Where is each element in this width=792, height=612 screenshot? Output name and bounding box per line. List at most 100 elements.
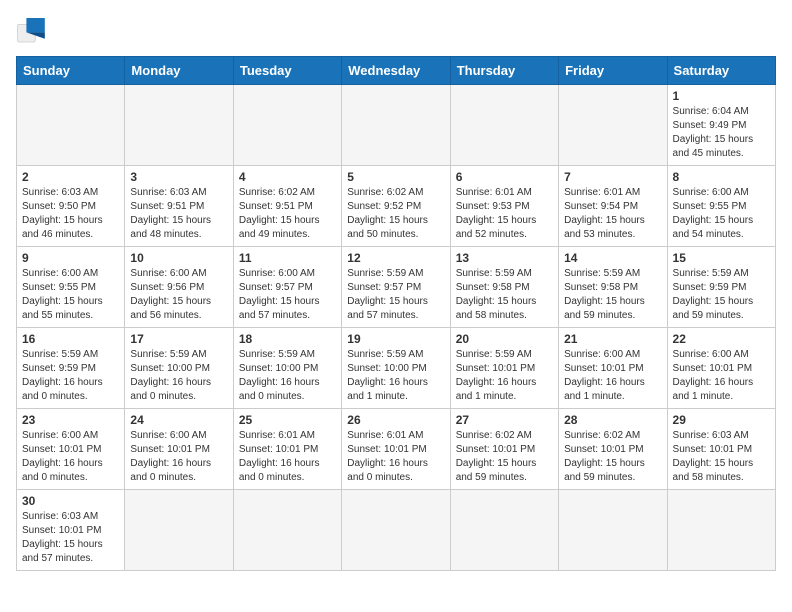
- day-number: 28: [564, 413, 661, 427]
- day-info: Sunrise: 6:00 AM Sunset: 9:57 PM Dayligh…: [239, 267, 336, 323]
- weekday-header-monday: Monday: [125, 57, 233, 85]
- calendar-cell: [559, 85, 667, 166]
- day-info: Sunrise: 6:00 AM Sunset: 10:01 PM Daylig…: [564, 348, 661, 404]
- header: [16, 16, 776, 44]
- calendar-cell: [125, 85, 233, 166]
- day-number: 17: [130, 332, 227, 346]
- calendar-cell: [342, 490, 450, 571]
- calendar-cell: 17 Sunrise: 5:59 AM Sunset: 10:00 PM Dayl…: [125, 328, 233, 409]
- day-info: Sunrise: 6:00 AM Sunset: 9:56 PM Dayligh…: [130, 267, 227, 323]
- day-number: 6: [456, 170, 553, 184]
- day-info: Sunrise: 5:59 AM Sunset: 9:57 PM Dayligh…: [347, 267, 444, 323]
- day-info: Sunrise: 6:01 AM Sunset: 9:53 PM Dayligh…: [456, 186, 553, 242]
- calendar-cell: 20 Sunrise: 5:59 AM Sunset: 10:01 PM Dayl…: [450, 328, 558, 409]
- day-info: Sunrise: 6:03 AM Sunset: 9:51 PM Dayligh…: [130, 186, 227, 242]
- day-number: 10: [130, 251, 227, 265]
- calendar-cell: [559, 490, 667, 571]
- day-number: 1: [673, 89, 770, 103]
- weekday-header-row: SundayMondayTuesdayWednesdayThursdayFrid…: [17, 57, 776, 85]
- day-info: Sunrise: 6:02 AM Sunset: 10:01 PM Daylig…: [564, 429, 661, 485]
- logo-icon: [16, 16, 48, 44]
- calendar-cell: 10 Sunrise: 6:00 AM Sunset: 9:56 PM Dayli…: [125, 247, 233, 328]
- day-info: Sunrise: 6:03 AM Sunset: 9:50 PM Dayligh…: [22, 186, 119, 242]
- calendar-cell: [233, 85, 341, 166]
- day-info: Sunrise: 6:01 AM Sunset: 9:54 PM Dayligh…: [564, 186, 661, 242]
- calendar-cell: 15Sunrise: 5:59 AM Sunset: 9:59 PM Dayli…: [667, 247, 775, 328]
- day-info: Sunrise: 6:00 AM Sunset: 10:01 PM Daylig…: [22, 429, 119, 485]
- day-info: Sunrise: 5:59 AM Sunset: 9:58 PM Dayligh…: [456, 267, 553, 323]
- calendar-cell: [233, 490, 341, 571]
- calendar-cell: 18Sunrise: 5:59 AM Sunset: 10:00 PM Dayl…: [233, 328, 341, 409]
- calendar-cell: 11 Sunrise: 6:00 AM Sunset: 9:57 PM Dayli…: [233, 247, 341, 328]
- day-number: 11: [239, 251, 336, 265]
- day-number: 27: [456, 413, 553, 427]
- calendar-cell: 23 Sunrise: 6:00 AM Sunset: 10:01 PM Dayl…: [17, 409, 125, 490]
- day-number: 26: [347, 413, 444, 427]
- weekday-header-wednesday: Wednesday: [342, 57, 450, 85]
- calendar-cell: [450, 85, 558, 166]
- calendar-cell: [450, 490, 558, 571]
- calendar-week-row: 16 Sunrise: 5:59 AM Sunset: 9:59 PM Dayli…: [17, 328, 776, 409]
- calendar-table: SundayMondayTuesdayWednesdayThursdayFrid…: [16, 56, 776, 571]
- weekday-header-sunday: Sunday: [17, 57, 125, 85]
- logo: [16, 16, 52, 44]
- day-number: 24: [130, 413, 227, 427]
- day-info: Sunrise: 6:03 AM Sunset: 10:01 PM Daylig…: [22, 510, 119, 566]
- calendar-cell: 30 Sunrise: 6:03 AM Sunset: 10:01 PM Dayl…: [17, 490, 125, 571]
- day-number: 25: [239, 413, 336, 427]
- calendar-cell: 5 Sunrise: 6:02 AM Sunset: 9:52 PM Daylig…: [342, 166, 450, 247]
- calendar-cell: 22 Sunrise: 6:00 AM Sunset: 10:01 PM Dayl…: [667, 328, 775, 409]
- day-number: 14: [564, 251, 661, 265]
- day-number: 30: [22, 494, 119, 508]
- day-info: Sunrise: 5:59 AM Sunset: 10:00 PM Daylig…: [130, 348, 227, 404]
- calendar-cell: 24Sunrise: 6:00 AM Sunset: 10:01 PM Dayl…: [125, 409, 233, 490]
- calendar-week-row: 1 Sunrise: 6:04 AM Sunset: 9:49 PM Daylig…: [17, 85, 776, 166]
- day-number: 3: [130, 170, 227, 184]
- day-info: Sunrise: 5:59 AM Sunset: 9:59 PM Dayligh…: [22, 348, 119, 404]
- day-number: 22: [673, 332, 770, 346]
- calendar-cell: 2Sunrise: 6:03 AM Sunset: 9:50 PM Daylig…: [17, 166, 125, 247]
- calendar-cell: 12Sunrise: 5:59 AM Sunset: 9:57 PM Dayli…: [342, 247, 450, 328]
- day-info: Sunrise: 5:59 AM Sunset: 10:01 PM Daylig…: [456, 348, 553, 404]
- calendar-cell: 28 Sunrise: 6:02 AM Sunset: 10:01 PM Dayl…: [559, 409, 667, 490]
- day-number: 23: [22, 413, 119, 427]
- calendar-cell: 26 Sunrise: 6:01 AM Sunset: 10:01 PM Dayl…: [342, 409, 450, 490]
- day-number: 9: [22, 251, 119, 265]
- day-info: Sunrise: 6:04 AM Sunset: 9:49 PM Dayligh…: [673, 105, 770, 161]
- day-number: 20: [456, 332, 553, 346]
- day-info: Sunrise: 6:01 AM Sunset: 10:01 PM Daylig…: [347, 429, 444, 485]
- day-number: 13: [456, 251, 553, 265]
- calendar-cell: 27Sunrise: 6:02 AM Sunset: 10:01 PM Dayl…: [450, 409, 558, 490]
- calendar-week-row: 30 Sunrise: 6:03 AM Sunset: 10:01 PM Dayl…: [17, 490, 776, 571]
- day-info: Sunrise: 6:02 AM Sunset: 9:52 PM Dayligh…: [347, 186, 444, 242]
- calendar-cell: [125, 490, 233, 571]
- weekday-header-saturday: Saturday: [667, 57, 775, 85]
- day-info: Sunrise: 5:59 AM Sunset: 9:58 PM Dayligh…: [564, 267, 661, 323]
- calendar-cell: [342, 85, 450, 166]
- calendar-week-row: 23 Sunrise: 6:00 AM Sunset: 10:01 PM Dayl…: [17, 409, 776, 490]
- weekday-header-thursday: Thursday: [450, 57, 558, 85]
- day-info: Sunrise: 6:00 AM Sunset: 9:55 PM Dayligh…: [22, 267, 119, 323]
- day-number: 21: [564, 332, 661, 346]
- calendar-cell: 13 Sunrise: 5:59 AM Sunset: 9:58 PM Dayli…: [450, 247, 558, 328]
- calendar-cell: 16 Sunrise: 5:59 AM Sunset: 9:59 PM Dayli…: [17, 328, 125, 409]
- calendar-cell: 6 Sunrise: 6:01 AM Sunset: 9:53 PM Daylig…: [450, 166, 558, 247]
- calendar-cell: 29Sunrise: 6:03 AM Sunset: 10:01 PM Dayl…: [667, 409, 775, 490]
- day-number: 16: [22, 332, 119, 346]
- calendar-cell: 25Sunrise: 6:01 AM Sunset: 10:01 PM Dayl…: [233, 409, 341, 490]
- day-number: 5: [347, 170, 444, 184]
- day-info: Sunrise: 6:00 AM Sunset: 9:55 PM Dayligh…: [673, 186, 770, 242]
- calendar-cell: 9 Sunrise: 6:00 AM Sunset: 9:55 PM Daylig…: [17, 247, 125, 328]
- calendar-cell: 1 Sunrise: 6:04 AM Sunset: 9:49 PM Daylig…: [667, 85, 775, 166]
- day-info: Sunrise: 6:00 AM Sunset: 10:01 PM Daylig…: [673, 348, 770, 404]
- day-number: 4: [239, 170, 336, 184]
- calendar-cell: [667, 490, 775, 571]
- day-info: Sunrise: 5:59 AM Sunset: 10:00 PM Daylig…: [239, 348, 336, 404]
- calendar-cell: 19Sunrise: 5:59 AM Sunset: 10:00 PM Dayl…: [342, 328, 450, 409]
- calendar-week-row: 9 Sunrise: 6:00 AM Sunset: 9:55 PM Daylig…: [17, 247, 776, 328]
- day-number: 8: [673, 170, 770, 184]
- calendar-cell: 7Sunrise: 6:01 AM Sunset: 9:54 PM Daylig…: [559, 166, 667, 247]
- day-number: 29: [673, 413, 770, 427]
- day-info: Sunrise: 6:02 AM Sunset: 9:51 PM Dayligh…: [239, 186, 336, 242]
- calendar-cell: 21 Sunrise: 6:00 AM Sunset: 10:01 PM Dayl…: [559, 328, 667, 409]
